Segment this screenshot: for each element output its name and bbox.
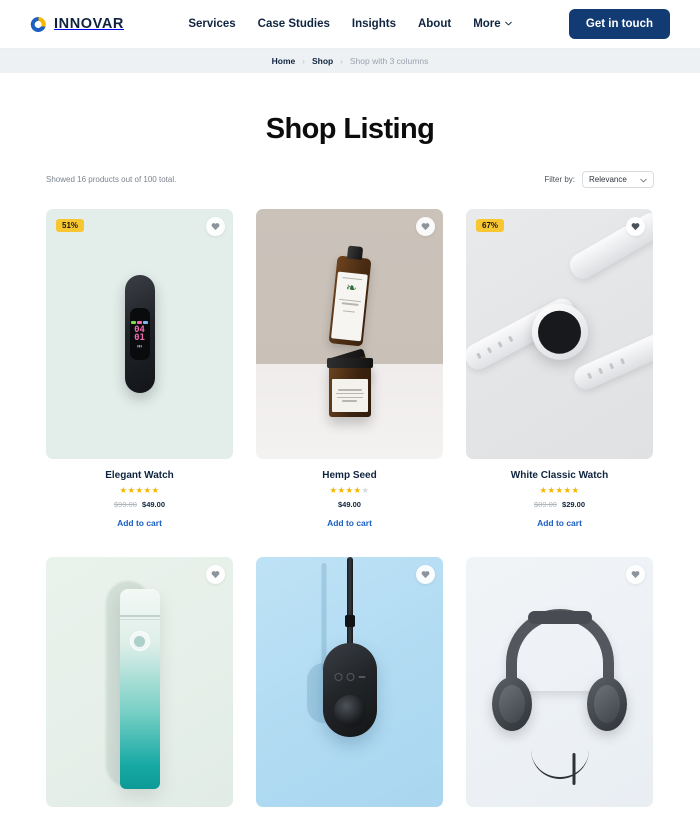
product-info: White Classic Watch ★★★★★ $89.00 $29.00 … [466, 459, 653, 531]
current-price: $29.00 [562, 499, 585, 509]
nav-item-more[interactable]: More [473, 18, 512, 30]
product-name: Elegant Watch [105, 470, 174, 481]
product-image[interactable]: 67% [466, 209, 653, 459]
breadcrumb-item-current: Shop with 3 columns [349, 56, 429, 66]
product-info: Hemp Seed ★★★★★ $49.00 Add to cart [256, 459, 443, 531]
add-to-cart-link[interactable]: Add to cart [327, 518, 372, 528]
filter-label: Filter by: [544, 175, 575, 184]
breadcrumb-item-shop[interactable]: Shop [312, 56, 333, 66]
site-header: INNOVAR Services Case Studies Insights A… [0, 0, 700, 49]
product-price: $49.00 [256, 499, 443, 509]
breadcrumb-separator: › [302, 56, 305, 66]
product-price: $89.00 $29.00 [466, 499, 653, 509]
product-card[interactable]: Black AirTag ★★★★★ [256, 557, 443, 817]
nav-item-case-studies[interactable]: Case Studies [258, 18, 330, 30]
headphones-art [466, 557, 653, 807]
product-name: White Classic Watch [510, 470, 609, 481]
heart-icon[interactable] [206, 217, 225, 236]
product-image[interactable]: ❧ [256, 209, 443, 459]
product-image[interactable] [256, 557, 443, 807]
heart-icon[interactable] [626, 217, 645, 236]
heart-icon[interactable] [626, 565, 645, 584]
product-card[interactable]: Modern Headsets ★★★★★ [466, 557, 653, 817]
nav-label: Insights [351, 18, 396, 30]
nav-item-about[interactable]: About [418, 18, 451, 30]
product-info: Modern Headsets ★★★★★ [466, 807, 653, 817]
old-price: $89.00 [534, 499, 557, 509]
breadcrumb-item-home[interactable]: Home [272, 56, 296, 66]
filter-control-group: Filter by: Relevance [544, 171, 654, 188]
filter-select[interactable]: Relevance [582, 171, 654, 188]
breadcrumb: Home › Shop › Shop with 3 columns [0, 49, 700, 73]
add-to-cart-link[interactable]: Add to cart [117, 518, 162, 528]
product-info: Black AirTag ★★★★★ [256, 807, 443, 817]
logo-link[interactable]: INNOVAR [30, 16, 124, 33]
product-card[interactable]: 51% 04 01 ▮▮▮ Elegant Watch ★★★★★ $99.00… [46, 209, 233, 531]
nav-label: More [473, 18, 501, 30]
add-to-cart-link[interactable]: Add to cart [537, 518, 582, 528]
nav-label: Case Studies [257, 18, 330, 30]
nav-label: About [417, 18, 452, 30]
product-grid: 51% 04 01 ▮▮▮ Elegant Watch ★★★★★ $99.00… [0, 209, 700, 817]
product-image[interactable] [466, 557, 653, 807]
product-image[interactable] [46, 557, 233, 807]
product-image[interactable]: 51% 04 01 ▮▮▮ [46, 209, 233, 459]
fitness-band-art: 04 01 ▮▮▮ [46, 209, 233, 459]
heart-icon[interactable] [206, 565, 225, 584]
heart-icon[interactable] [416, 217, 435, 236]
filter-row: Showed 16 products out of 100 total. Fil… [0, 171, 700, 188]
old-price: $99.00 [114, 499, 137, 509]
logo-text: INNOVAR [54, 16, 124, 32]
discount-badge: 67% [476, 219, 505, 232]
filter-select-value: Relevance [589, 175, 627, 184]
current-price: $49.00 [338, 499, 361, 509]
starbucks-tumbler-art [46, 557, 233, 807]
product-price: $99.00 $49.00 [46, 499, 233, 509]
airtag-holder-art [256, 557, 443, 807]
product-card[interactable]: 67% White Classic Watch ★★★★★ $89.00 $29… [466, 209, 653, 531]
get-in-touch-button[interactable]: Get in touch [568, 9, 670, 39]
rating-stars: ★★★★★ [119, 485, 160, 495]
current-price: $49.00 [142, 499, 165, 509]
result-count-text: Showed 16 products out of 100 total. [46, 175, 177, 184]
product-info: Stylish Starbucks ★★★★★ [46, 807, 233, 817]
white-smartwatch-art [466, 209, 653, 459]
nav-label: Services [188, 18, 236, 30]
chevron-down-icon [640, 171, 647, 189]
page-title: Shop Listing [265, 113, 435, 145]
rating-stars: ★★★★★ [539, 485, 580, 495]
rating-stars: ★★★★★ [329, 485, 370, 495]
product-info: Elegant Watch ★★★★★ $99.00 $49.00 Add to… [46, 459, 233, 531]
heart-icon[interactable] [416, 565, 435, 584]
nav-item-insights[interactable]: Insights [352, 18, 396, 30]
discount-badge: 51% [56, 219, 85, 232]
chevron-down-icon [504, 20, 512, 27]
product-card[interactable]: Stylish Starbucks ★★★★★ [46, 557, 233, 817]
breadcrumb-separator: › [340, 56, 343, 66]
nav-item-services[interactable]: Services [188, 18, 235, 30]
innovar-swirl-logo-icon [30, 16, 47, 33]
product-card[interactable]: ❧ Hemp Seed ★★★★★ $49.00 Add to cart [256, 209, 443, 531]
hemp-bottle-stack-art: ❧ [256, 209, 443, 459]
product-name: Hemp Seed [322, 470, 377, 481]
